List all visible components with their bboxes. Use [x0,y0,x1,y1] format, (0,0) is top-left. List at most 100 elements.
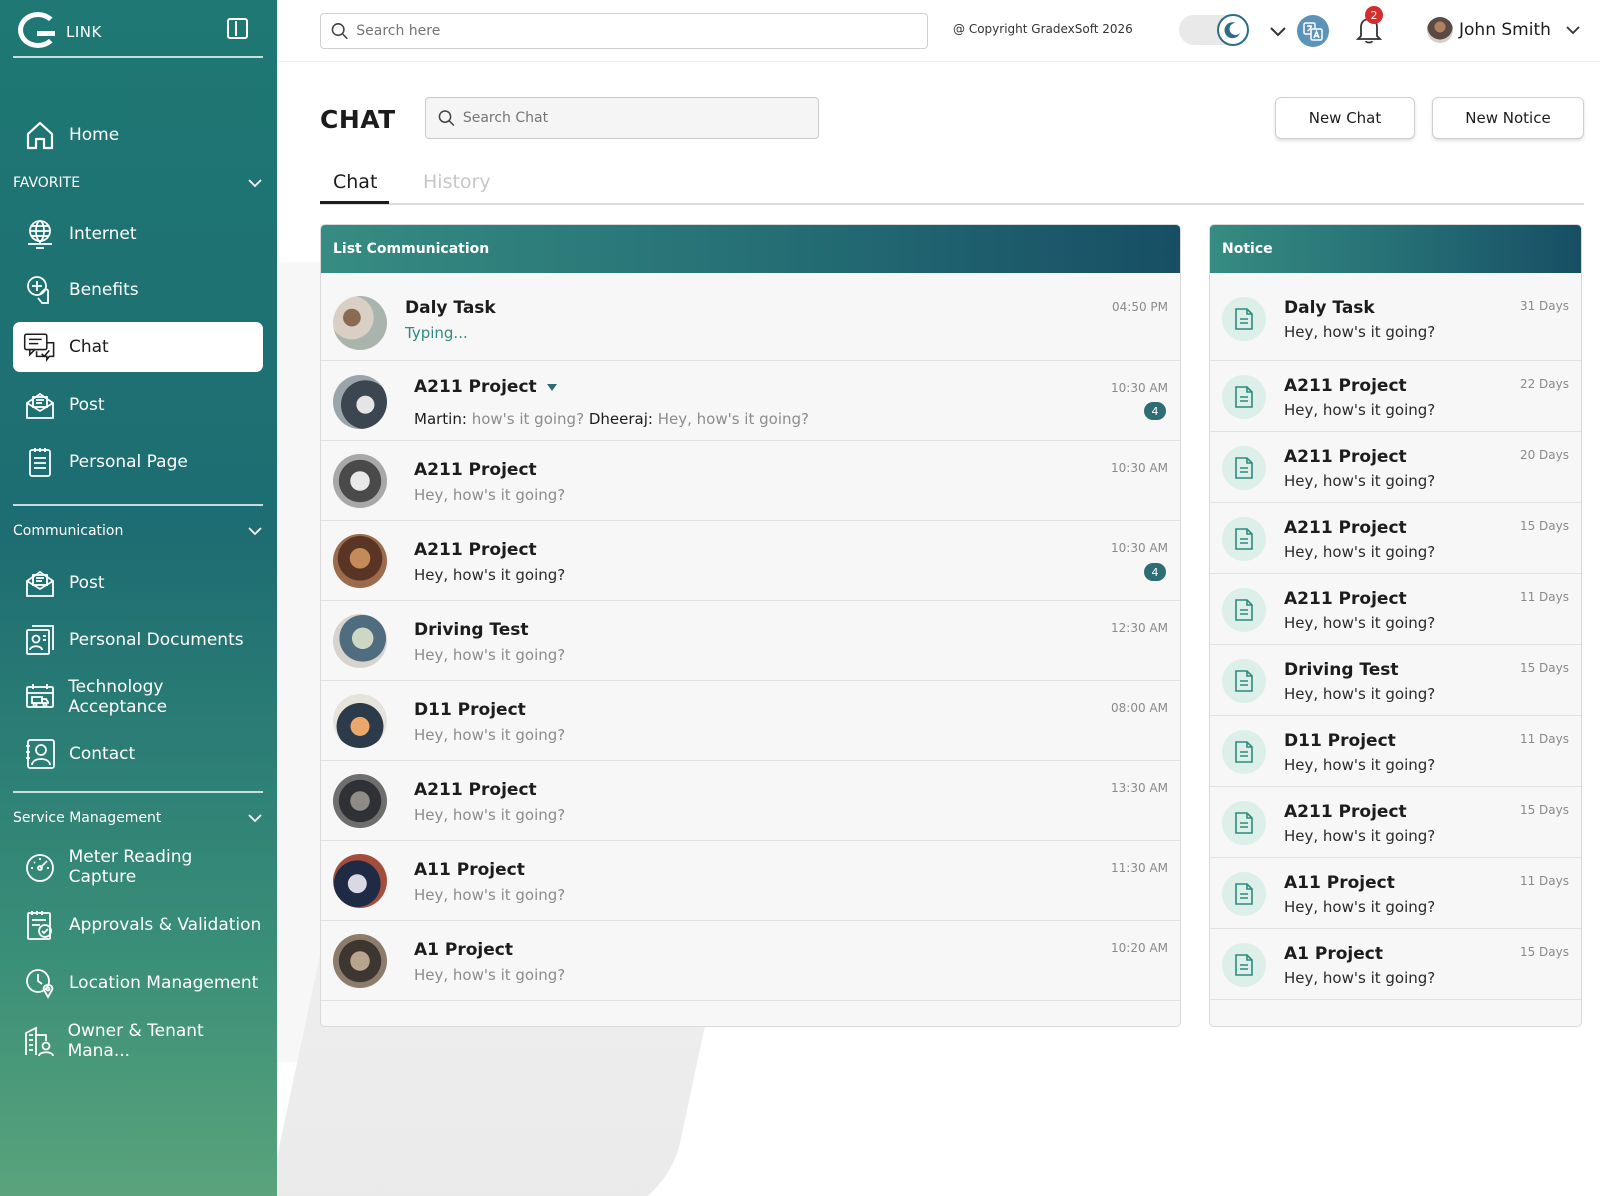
chevron-down-icon [248,179,262,188]
chat-name: A211 Project [414,540,537,560]
list-item[interactable]: A211 Project Hey, how's it going? 10:30 … [321,441,1180,521]
avatar [333,934,387,988]
chat-preview: Hey, how's it going? [414,566,566,584]
list-item[interactable]: Driving Test Hey, how's it going? 12:30 … [321,601,1180,681]
notice-age: 31 Days [1519,299,1569,313]
section-favorite[interactable]: FAVORITE [13,175,263,191]
chat-time: 10:30 AM [1111,461,1168,475]
section-service-management[interactable]: Service Management [13,810,263,826]
personal-documents-icon [23,623,57,657]
chat-preview: Hey, how's it going? [414,966,566,984]
sidebar-item-internet[interactable]: Internet [13,209,263,259]
notice-age: 11 Days [1519,732,1569,746]
chat-preview: Hey, how's it going? [414,726,566,744]
new-chat-button[interactable]: New Chat [1275,97,1415,139]
divider [13,504,263,506]
chat-search[interactable] [425,97,819,139]
list-item[interactable]: A211 Project Martin: how's it going? Dhe… [321,361,1180,441]
gauge-icon [23,850,57,884]
sidebar: LINK Home FAVORITE Internet Benefits Cha… [0,0,277,1196]
chevron-down-icon [1566,26,1580,35]
notice-item[interactable]: A211 Project Hey, how's it going? 15 Days [1210,503,1581,574]
notice-preview: Hey, how's it going? [1284,969,1436,987]
tab-bar: Chat History [320,167,1584,205]
brand-logo[interactable]: LINK [18,10,102,50]
chat-preview: Hey, how's it going? [414,486,566,504]
chevron-down-icon[interactable] [1267,20,1289,42]
notice-title: A211 Project [1284,589,1407,609]
sender-name: Dheeraj: [588,410,653,428]
sidebar-item-home[interactable]: Home [13,110,263,160]
notice-item[interactable]: A211 Project Hey, how's it going? 15 Days [1210,787,1581,858]
sidebar-item-meter-reading-capture[interactable]: Meter Reading Capture [13,842,263,892]
notice-item[interactable]: D11 Project Hey, how's it going? 11 Days [1210,716,1581,787]
list-item[interactable]: A11 Project Hey, how's it going? 11:30 A… [321,841,1180,921]
sidebar-item-post[interactable]: Post [13,380,263,430]
g-logo-icon [18,12,58,48]
chat-preview: Typing... [405,324,468,342]
sidebar-item-approvals-validation[interactable]: Approvals & Validation [13,900,263,950]
sender-message: Hey, how's it going? [657,410,809,428]
sidebar-item-chat[interactable]: Chat [13,322,263,372]
chat-time: 08:00 AM [1111,701,1168,715]
notice-item[interactable]: A11 Project Hey, how's it going? 11 Days [1210,858,1581,929]
tab-chat[interactable]: Chat [333,171,377,201]
notice-title: A211 Project [1284,447,1407,467]
chat-time: 10:30 AM [1111,541,1168,555]
avatar [333,774,387,828]
sidebar-item-technology-acceptance[interactable]: Technology Acceptance [13,672,263,722]
list-item[interactable]: A211 Project Hey, how's it going? 13:30 … [321,761,1180,841]
avatar [1427,17,1453,43]
sidebar-item-personal-documents[interactable]: Personal Documents [13,615,263,665]
chat-preview: Hey, how's it going? [414,646,566,664]
sidebar-item-contact[interactable]: Contact [13,729,263,779]
chat-name: D11 Project [414,700,526,720]
avatar [333,614,387,668]
collapse-sidebar-icon[interactable] [227,18,248,39]
list-item[interactable]: Daly Task Typing... 04:50 PM [321,273,1180,361]
sidebar-item-location-management[interactable]: Location Management [13,958,263,1008]
notice-item[interactable]: A211 Project Hey, how's it going? 11 Days [1210,574,1581,645]
avatar [333,534,387,588]
sidebar-item-label: Owner & Tenant Mana... [67,1021,204,1061]
sidebar-item-label: Personal Documents [69,630,244,650]
section-communication[interactable]: Communication [13,523,263,539]
notice-item[interactable]: A211 Project Hey, how's it going? 22 Days [1210,361,1581,432]
home-icon [23,118,57,152]
caret-down-icon[interactable] [546,383,557,391]
sidebar-item-benefits[interactable]: Benefits [13,265,263,315]
notice-age: 22 Days [1519,377,1569,391]
notice-preview: Hey, how's it going? [1284,323,1436,341]
sidebar-item-personal-page[interactable]: Personal Page [13,437,263,487]
notice-item[interactable]: Daly Task Hey, how's it going? 31 Days [1210,273,1581,361]
notice-item[interactable]: Driving Test Hey, how's it going? 15 Days [1210,645,1581,716]
list-item[interactable]: A1 Project Hey, how's it going? 10:20 AM [321,921,1180,1001]
theme-toggle[interactable] [1179,14,1249,46]
list-item[interactable]: A211 Project Hey, how's it going? 10:30 … [321,521,1180,601]
user-menu[interactable]: John Smith [1427,17,1581,43]
new-notice-button[interactable]: New Notice [1432,97,1584,139]
active-tab-indicator [320,201,389,204]
global-search-input[interactable] [356,23,927,39]
notice-preview: Hey, how's it going? [1284,472,1436,490]
sidebar-item-label: Personal Page [69,452,188,472]
search-icon [438,110,455,127]
sidebar-item-label: Technology Acceptance [68,677,168,717]
notice-item[interactable]: A1 Project Hey, how's it going? 15 Days [1210,929,1581,1000]
translate-icon[interactable] [1297,15,1329,47]
sidebar-item-post[interactable]: Post [13,558,263,608]
sidebar-item-label: Post [69,395,105,415]
chat-preview: Hey, how's it going? [414,886,566,904]
tab-history[interactable]: History [423,171,491,201]
list-item[interactable]: D11 Project Hey, how's it going? 08:00 A… [321,681,1180,761]
chat-bubbles-icon [23,330,57,364]
notice-preview: Hey, how's it going? [1284,898,1436,916]
global-search[interactable] [320,13,928,49]
notice-item[interactable]: A211 Project Hey, how's it going? 20 Days [1210,432,1581,503]
notice-age: 11 Days [1519,590,1569,604]
chat-time: 12:30 AM [1111,621,1168,635]
avatar [333,694,387,748]
sidebar-item-owner-tenant-management[interactable]: Owner & Tenant Mana... [13,1016,263,1066]
chat-search-input[interactable] [462,110,818,126]
notice-age: 15 Days [1519,803,1569,817]
